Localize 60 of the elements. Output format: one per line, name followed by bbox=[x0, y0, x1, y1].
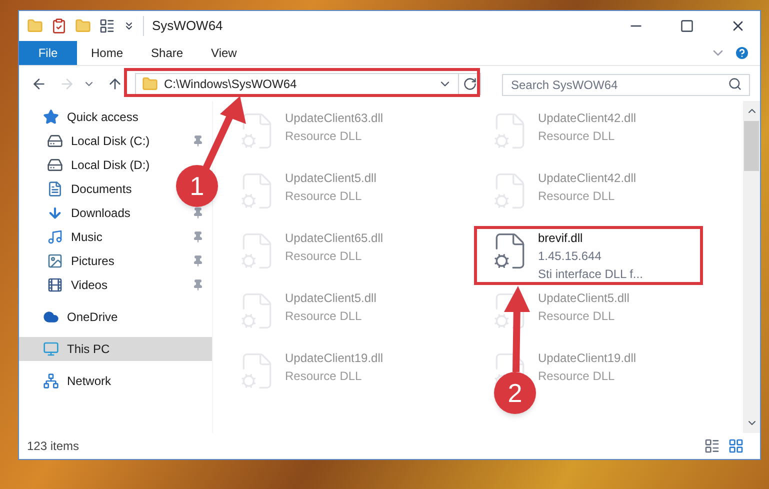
music-note-icon bbox=[47, 229, 63, 245]
file-tab[interactable]: File bbox=[19, 41, 77, 65]
window-title: SysWOW64 bbox=[143, 16, 606, 36]
refresh-icon[interactable] bbox=[462, 76, 476, 90]
sidebar-item[interactable]: Local Disk (C:) bbox=[47, 129, 212, 153]
sidebar-item[interactable]: Music bbox=[47, 225, 212, 249]
ribbon-tab[interactable]: View bbox=[197, 41, 251, 65]
picture-icon bbox=[47, 253, 63, 269]
details-view-icon[interactable] bbox=[704, 438, 720, 454]
back-icon[interactable] bbox=[31, 76, 47, 92]
document-icon bbox=[47, 181, 63, 197]
file-name[interactable]: brevif.dll bbox=[538, 229, 643, 247]
star-icon bbox=[43, 109, 59, 125]
monitor-icon bbox=[43, 341, 59, 357]
drive-icon bbox=[47, 133, 63, 149]
sidebar-item[interactable]: Documents bbox=[47, 177, 140, 201]
film-icon bbox=[47, 277, 63, 293]
file-description: Sti interface DLL f... bbox=[538, 266, 643, 283]
pin-icon[interactable] bbox=[192, 231, 204, 243]
ribbon-tab[interactable]: Home bbox=[77, 41, 138, 65]
file-description: Resource DLL bbox=[285, 248, 363, 265]
file-description: Resource DLL bbox=[538, 368, 616, 385]
drive-icon bbox=[47, 157, 63, 173]
pin-icon[interactable] bbox=[192, 279, 204, 291]
address-bar[interactable]: C:\Windows\SysWOW64 bbox=[135, 72, 481, 94]
properties-icon[interactable] bbox=[51, 18, 67, 34]
pin-icon[interactable] bbox=[192, 135, 204, 147]
file-description: Resource DLL bbox=[285, 368, 363, 385]
ribbon-tab[interactable]: Share bbox=[137, 41, 198, 65]
maximize-icon[interactable] bbox=[680, 19, 694, 33]
sidebar-item[interactable]: Pictures bbox=[47, 249, 212, 273]
file-version: 1.45.15.644 bbox=[538, 248, 602, 265]
sidebar-item[interactable]: OneDrive bbox=[19, 305, 126, 329]
search-field[interactable]: Search SysWOW64 bbox=[502, 74, 750, 96]
file-description: Resource DLL bbox=[538, 188, 616, 205]
folder-icon bbox=[142, 76, 158, 92]
file-description: Resource DLL bbox=[285, 308, 363, 325]
network-icon bbox=[43, 373, 59, 389]
file-description: Resource DLL bbox=[538, 128, 616, 145]
file-description: Resource DLL bbox=[538, 308, 616, 325]
view-icon[interactable] bbox=[99, 18, 115, 34]
large-icons-view-icon[interactable] bbox=[728, 438, 744, 454]
item-count: 123 items bbox=[27, 438, 80, 455]
file-description: Resource DLL bbox=[285, 128, 363, 145]
file-description: Resource DLL bbox=[285, 188, 363, 205]
customize-icon[interactable] bbox=[123, 20, 135, 32]
sidebar-item[interactable]: Videos bbox=[47, 273, 212, 297]
sidebar-item[interactable]: Local Disk (D:) bbox=[47, 153, 158, 177]
pin-icon[interactable] bbox=[192, 207, 204, 219]
search-icon[interactable] bbox=[728, 76, 742, 90]
help-icon[interactable] bbox=[734, 45, 750, 61]
scrollbar[interactable] bbox=[743, 101, 760, 433]
address-path: C:\Windows\SysWOW64 bbox=[164, 76, 298, 92]
scroll-thumb[interactable] bbox=[744, 121, 759, 171]
up-icon[interactable] bbox=[107, 76, 123, 92]
sidebar-item[interactable]: Quick access bbox=[19, 105, 146, 129]
pin-icon[interactable] bbox=[192, 255, 204, 267]
sidebar-item[interactable]: Network bbox=[19, 369, 120, 393]
cloud-icon bbox=[43, 309, 59, 325]
sidebar-item[interactable]: This PC bbox=[19, 337, 212, 361]
